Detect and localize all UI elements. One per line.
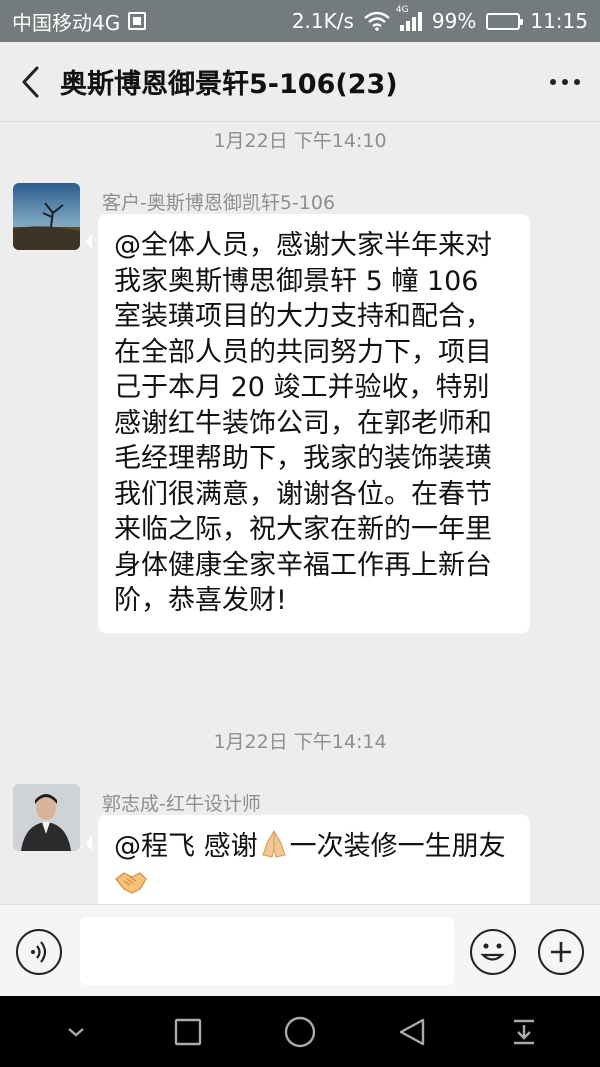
net-speed: 2.1K/s — [291, 9, 354, 33]
avatar[interactable] — [13, 784, 80, 851]
status-bar: 中国移动4G 2.1K/s 4G 99% 11:15 — [0, 0, 600, 42]
message-text: @全体人员，感谢大家半年来对我家奥斯博思御景轩 5 幢 106 室装璜项目的大力… — [114, 230, 492, 616]
clock: 11:15 — [530, 9, 588, 33]
handshake-emoji — [115, 871, 147, 894]
message-bubble[interactable]: @程飞 感谢 一次装修一生朋友 — [86, 815, 530, 904]
message-text: @程飞 感谢 — [114, 831, 258, 862]
message-list[interactable]: 1月22日 下午14:10 客户-奥斯博恩御凯轩5-106 @全体人员，感谢大家… — [0, 122, 600, 904]
sim-card-icon — [128, 12, 147, 30]
battery-percent: 99% — [431, 9, 477, 33]
message-bubble[interactable]: @全体人员，感谢大家半年来对我家奥斯博思御景轩 5 幢 106 室装璜项目的大力… — [86, 214, 530, 633]
back-arrow-icon[interactable] — [0, 42, 60, 122]
message-input[interactable] — [80, 917, 454, 985]
nav-back-icon[interactable] — [382, 1002, 442, 1062]
carrier-label: 中国移动4G — [12, 10, 121, 35]
folded-hands-emoji — [261, 830, 286, 858]
input-bar — [0, 904, 600, 996]
timestamp: 1月22日 下午14:14 — [213, 731, 387, 753]
chat-header: 奥斯博恩御景轩5-106(23) — [0, 42, 600, 122]
emoji-icon[interactable] — [470, 929, 516, 975]
more-dots-icon[interactable] — [530, 78, 600, 85]
plus-icon[interactable] — [538, 929, 584, 975]
sender-name: 郭志成-红牛设计师 — [102, 793, 261, 815]
nav-collapse-icon[interactable] — [46, 1002, 106, 1062]
sender-name: 客户-奥斯博恩御凯轩5-106 — [102, 192, 336, 214]
avatar[interactable] — [13, 183, 80, 250]
nav-home-icon[interactable] — [270, 1002, 330, 1062]
nav-notification-icon[interactable] — [494, 1002, 554, 1062]
voice-icon[interactable] — [16, 929, 62, 975]
cell-signal-icon: 4G — [396, 5, 422, 31]
system-nav-bar — [0, 996, 600, 1067]
battery-icon — [486, 12, 524, 30]
timestamp: 1月22日 下午14:10 — [213, 130, 387, 152]
network-tag: 4G — [395, 5, 409, 15]
wifi-icon — [364, 11, 390, 31]
nav-recent-icon[interactable] — [158, 1002, 218, 1062]
chat-title: 奥斯博恩御景轩5-106(23) — [60, 69, 398, 100]
message-text-continued: 一次装修一生朋友 — [289, 831, 506, 862]
